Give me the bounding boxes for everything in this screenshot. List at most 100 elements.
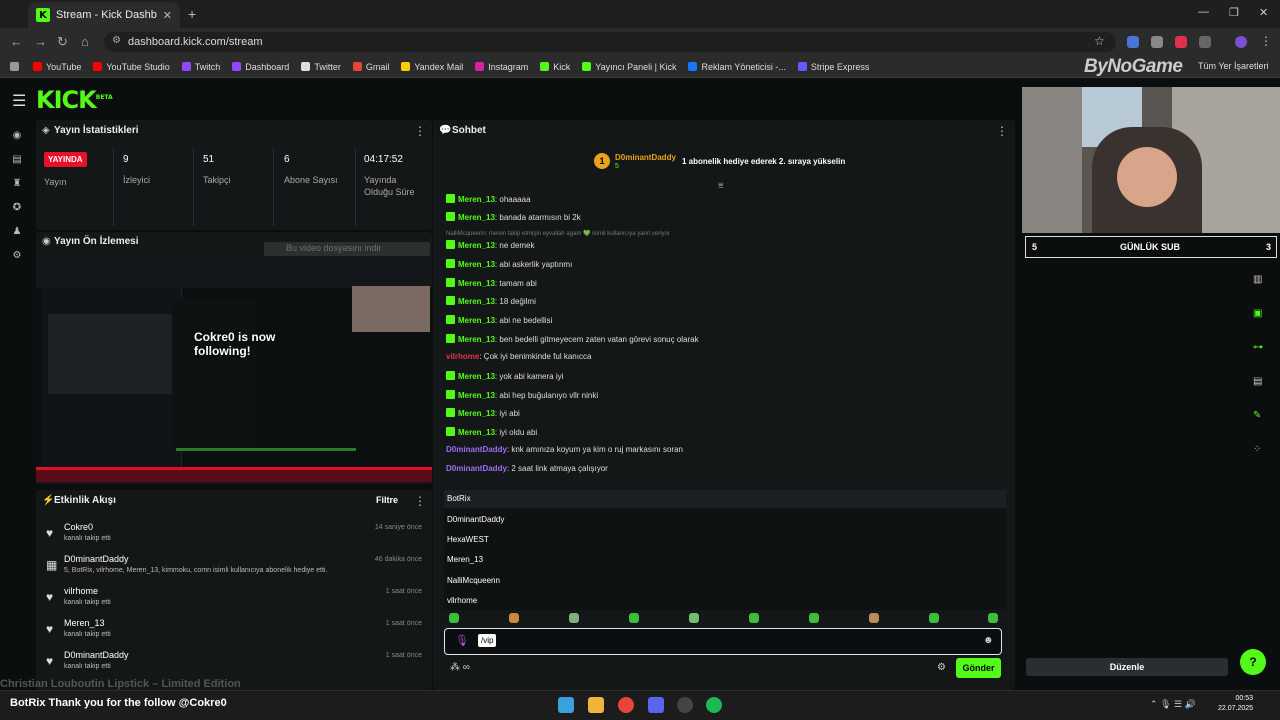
- chrome-icon[interactable]: [618, 697, 634, 713]
- link-icon[interactable]: ⊶: [1253, 342, 1263, 353]
- collapse-pin-icon[interactable]: ⩸: [718, 180, 723, 191]
- extension-icon[interactable]: [1151, 36, 1163, 48]
- emote-icon[interactable]: [689, 613, 699, 623]
- forward-icon[interactable]: →: [34, 34, 47, 49]
- bookmark-yandex-mail[interactable]: Yandex Mail: [401, 62, 463, 72]
- emote-icon[interactable]: [869, 613, 879, 623]
- bookmark-meta-ads[interactable]: Reklam Yöneticisi -...: [688, 62, 786, 72]
- chat-popout-icon[interactable]: ▣: [1253, 308, 1262, 319]
- chat-username[interactable]: Meren_13: [458, 335, 495, 344]
- extensions-puzzle-icon[interactable]: [1199, 36, 1211, 48]
- emote-icon[interactable]: [809, 613, 819, 623]
- chat-username[interactable]: Meren_13: [458, 260, 495, 269]
- send-button[interactable]: Gönder: [956, 658, 1001, 678]
- suggestion-item[interactable]: D0minantDaddy: [447, 515, 504, 524]
- bookmark-instagram[interactable]: Instagram: [475, 62, 528, 72]
- obs-icon[interactable]: [677, 697, 693, 713]
- menu-icon[interactable]: ☰: [12, 91, 26, 111]
- wrench-icon[interactable]: ✎: [1253, 410, 1261, 421]
- emote-icon[interactable]: [629, 613, 639, 623]
- new-tab-icon[interactable]: +: [188, 6, 196, 22]
- help-icon[interactable]: ?: [1240, 649, 1266, 675]
- edit-button[interactable]: Düzenle: [1026, 658, 1228, 676]
- emote-icon[interactable]: [988, 613, 998, 623]
- chat-username[interactable]: Meren_13: [458, 213, 495, 222]
- chat-username[interactable]: Meren_13: [458, 241, 495, 250]
- chat-menu-icon[interactable]: ⋮: [996, 124, 1008, 138]
- users-icon[interactable]: ♟: [11, 226, 23, 238]
- emote-icon[interactable]: [749, 613, 759, 623]
- chat-input[interactable]: [444, 628, 1002, 655]
- suggestion-item[interactable]: vllrhome: [447, 596, 477, 605]
- profile-avatar[interactable]: [1235, 36, 1247, 48]
- kick-logo[interactable]: KICKBETA: [36, 86, 113, 114]
- bookmark-stripe[interactable]: Stripe Express: [797, 62, 869, 72]
- bookmark-kick[interactable]: Kick: [540, 62, 570, 72]
- suggestion-item[interactable]: Meren_13: [447, 555, 483, 564]
- apps-grid-icon[interactable]: ⁘: [1253, 444, 1261, 455]
- home-icon[interactable]: ⌂: [81, 34, 89, 49]
- bookmark-youtube-studio[interactable]: YouTube Studio: [93, 62, 170, 72]
- minimize-icon[interactable]: —: [1198, 6, 1209, 18]
- discord-icon[interactable]: [648, 697, 664, 713]
- bookmark-dashboard[interactable]: Dashboard: [232, 62, 289, 72]
- chat-username[interactable]: Meren_13: [458, 279, 495, 288]
- windows-start-icon[interactable]: [558, 697, 574, 713]
- bookmark-gmail[interactable]: Gmail: [352, 62, 389, 72]
- suggestion-item[interactable]: NalliMcqueenn: [447, 576, 500, 585]
- notes-icon[interactable]: ▥: [1253, 274, 1262, 285]
- system-tray-icons[interactable]: ⌃ 🎙 ☰ 🔊: [1150, 699, 1196, 710]
- stream-preview-video[interactable]: [36, 258, 432, 482]
- emoji-icon[interactable]: ☻: [983, 635, 994, 646]
- close-window-icon[interactable]: ✕: [1259, 6, 1268, 19]
- back-icon[interactable]: ←: [10, 34, 23, 49]
- suggestion-item[interactable]: BotRix: [447, 494, 471, 503]
- browser-tab[interactable]: K Stream - Kick Dashboard ✕: [28, 2, 180, 28]
- bookmark-youtube[interactable]: YouTube: [33, 62, 81, 72]
- stats-menu-icon[interactable]: ⋮: [414, 124, 426, 138]
- chat-username[interactable]: Meren_13: [458, 391, 495, 400]
- bookmark-twitch[interactable]: Twitch: [181, 62, 220, 72]
- extension-icon[interactable]: [1127, 36, 1139, 48]
- file-explorer-icon[interactable]: [588, 697, 604, 713]
- chat-username[interactable]: Meren_13: [458, 409, 495, 418]
- chat-username[interactable]: Meren_13: [458, 195, 495, 204]
- emote-icon[interactable]: [449, 613, 459, 623]
- suggestion-item[interactable]: HexaWEST: [447, 535, 489, 544]
- chat-tools-icon[interactable]: ⁂ ∞: [450, 662, 470, 673]
- emote-icon[interactable]: [509, 613, 519, 623]
- activity-menu-icon[interactable]: ⋮: [414, 494, 426, 508]
- community-icon[interactable]: ✪: [11, 202, 23, 214]
- settings-icon[interactable]: ⚙: [11, 250, 23, 262]
- chat-username[interactable]: Meren_13: [458, 372, 495, 381]
- extension-icon[interactable]: [1175, 36, 1187, 48]
- chat-username[interactable]: D0minantDaddy: [446, 445, 507, 454]
- bookmark-kick-panel[interactable]: Yayıncı Paneli | Kick: [582, 62, 676, 72]
- emote-icon[interactable]: [929, 613, 939, 623]
- stream-icon[interactable]: ◉: [11, 130, 23, 142]
- apps-icon[interactable]: [10, 62, 19, 71]
- spotify-icon[interactable]: [706, 697, 722, 713]
- browser-menu-icon[interactable]: ⋮: [1260, 34, 1272, 48]
- chat-username[interactable]: Meren_13: [458, 297, 495, 306]
- mic-icon[interactable]: 🎙: [455, 634, 469, 647]
- chat-settings-icon[interactable]: ⚙: [937, 662, 946, 673]
- site-info-icon[interactable]: ⚙: [112, 35, 121, 46]
- reload-icon[interactable]: ↻: [57, 34, 68, 50]
- bookmark-twitter[interactable]: Twitter: [301, 62, 341, 72]
- download-video-button[interactable]: Bu video dosyasını indir: [264, 242, 430, 256]
- filter-button[interactable]: Filtre: [376, 495, 398, 505]
- bookmark-star-icon[interactable]: ☆: [1094, 34, 1105, 48]
- library-icon[interactable]: ▤: [11, 154, 23, 166]
- chat-username[interactable]: vilrhome: [446, 352, 479, 361]
- tab-close-icon[interactable]: ✕: [163, 9, 172, 22]
- chat-username[interactable]: Meren_13: [458, 428, 495, 437]
- layout-icon[interactable]: ▤: [1253, 376, 1262, 387]
- chat-username[interactable]: D0minantDaddy: [446, 464, 507, 473]
- all-bookmarks[interactable]: Tüm Yer İşaretleri: [1198, 61, 1269, 71]
- maximize-icon[interactable]: ❐: [1229, 6, 1239, 19]
- address-bar[interactable]: ⚙ dashboard.kick.com/stream: [104, 32, 1116, 52]
- emote-icon[interactable]: [569, 613, 579, 623]
- chat-username[interactable]: Meren_13: [458, 316, 495, 325]
- trophy-icon[interactable]: ♜: [11, 178, 23, 190]
